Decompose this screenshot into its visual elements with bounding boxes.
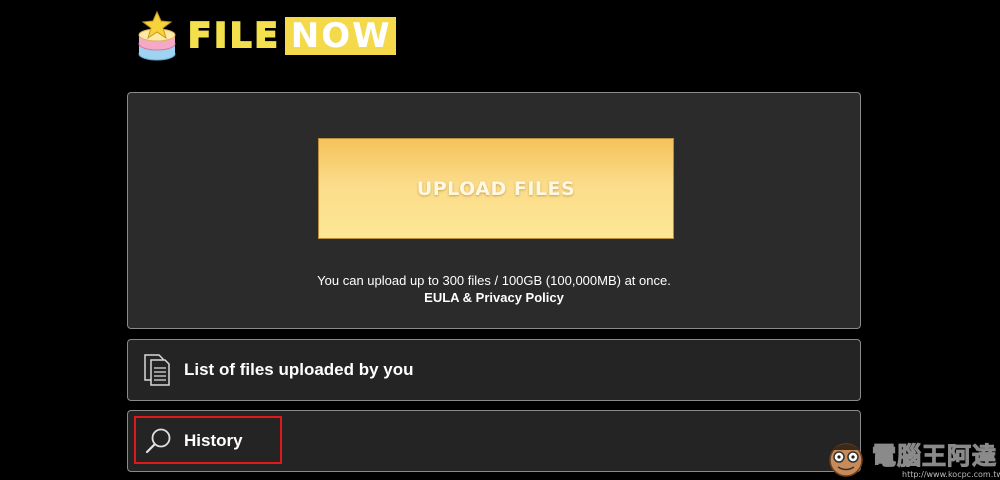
eula-privacy-link[interactable]: EULA & Privacy Policy bbox=[424, 289, 564, 306]
history-button[interactable]: History bbox=[128, 411, 860, 471]
watermark-text: 電腦王阿達 bbox=[872, 442, 997, 471]
documents-icon bbox=[140, 352, 176, 388]
logo-text-now: NOW bbox=[284, 17, 396, 55]
watermark: 電腦王阿達 http://www.kocpc.com.tw bbox=[824, 432, 1000, 480]
logo-icon bbox=[136, 10, 178, 62]
files-list-label: List of files uploaded by you bbox=[184, 360, 414, 379]
page: FILE NOW UPLOAD FILES You can upload up … bbox=[0, 0, 1000, 480]
watermark-url: http://www.kocpc.com.tw bbox=[902, 470, 1000, 479]
files-list-panel: List of files uploaded by you bbox=[127, 339, 861, 401]
upload-panel: UPLOAD FILES You can upload up to 300 fi… bbox=[127, 92, 861, 329]
logo-text-file: FILE bbox=[187, 16, 281, 56]
cartoon-face-icon bbox=[824, 436, 868, 480]
history-panel: History bbox=[127, 410, 861, 472]
search-magnifier-icon bbox=[140, 423, 176, 459]
upload-limit-text: You can upload up to 300 files / 100GB (… bbox=[317, 273, 671, 288]
upload-files-button[interactable]: UPLOAD FILES bbox=[318, 138, 674, 239]
upload-button-label: UPLOAD FILES bbox=[416, 177, 576, 200]
history-label: History bbox=[184, 431, 243, 450]
site-logo[interactable]: FILE NOW bbox=[136, 10, 396, 62]
files-list-button[interactable]: List of files uploaded by you bbox=[128, 340, 860, 400]
upload-info: You can upload up to 300 files / 100GB (… bbox=[128, 272, 860, 306]
